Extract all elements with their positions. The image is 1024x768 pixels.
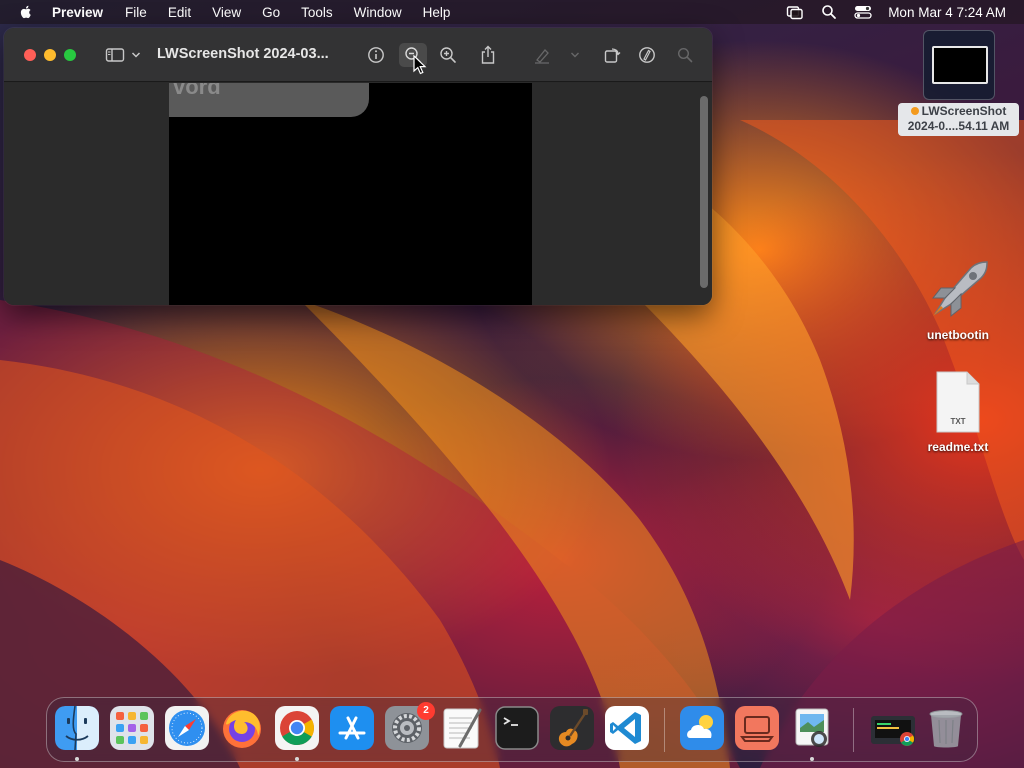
close-button[interactable] xyxy=(24,48,36,61)
vertical-scrollbar[interactable] xyxy=(700,96,708,288)
zoom-in-icon[interactable] xyxy=(436,43,460,67)
markup-icon[interactable] xyxy=(635,43,659,67)
chevron-down-icon[interactable] xyxy=(130,43,142,67)
menu-app-name[interactable]: Preview xyxy=(52,5,103,20)
menu-help[interactable]: Help xyxy=(423,5,451,20)
guitar-icon xyxy=(550,706,594,750)
minimize-button[interactable] xyxy=(44,48,56,61)
screenshot-file-icon[interactable] xyxy=(923,30,995,100)
chrome-icon xyxy=(275,706,319,750)
dock-app-store[interactable] xyxy=(330,706,374,750)
dock-separator xyxy=(664,708,665,752)
safari-icon xyxy=(165,706,209,750)
rotate-icon[interactable] xyxy=(600,43,624,67)
info-icon[interactable] xyxy=(364,43,388,67)
dock-textedit[interactable] xyxy=(440,706,484,750)
menu-view[interactable]: View xyxy=(212,5,241,20)
menu-bar: Preview File Edit View Go Tools Window H… xyxy=(0,0,1024,24)
textedit-icon xyxy=(443,708,482,749)
dock-screen-sharing[interactable] xyxy=(735,706,779,750)
mouse-pointer-icon xyxy=(413,55,427,75)
desktop-item-readme[interactable]: TXT readme.txt xyxy=(898,370,1018,455)
running-indicator xyxy=(75,757,79,761)
window-left-margin xyxy=(4,83,169,305)
folder-stack-icon xyxy=(871,716,915,746)
sidebar-toggle-icon[interactable] xyxy=(104,43,126,67)
firefox-icon xyxy=(223,710,261,748)
running-indicator xyxy=(810,757,814,761)
launchpad-icon xyxy=(110,706,154,750)
document-image-fragment: vord xyxy=(169,83,369,117)
dock-apps-folder[interactable] xyxy=(869,706,915,750)
dock-garageband[interactable] xyxy=(550,706,594,750)
screenshot-file-label-line2: 2024-0....54.11 AM xyxy=(907,119,1010,133)
desktop-item-unetbootin[interactable]: unetbootin xyxy=(898,258,1018,343)
more-icon[interactable] xyxy=(568,43,582,67)
zoom-button[interactable] xyxy=(64,48,76,61)
spotlight-search-icon[interactable] xyxy=(820,3,838,21)
weather-icon xyxy=(680,706,724,750)
dock-terminal[interactable] xyxy=(495,706,539,750)
dock-firefox[interactable] xyxy=(220,706,264,750)
menu-bar-clock[interactable]: Mon Mar 4 7:24 AM xyxy=(888,5,1006,20)
traffic-lights xyxy=(24,48,84,61)
dock-launchpad[interactable] xyxy=(110,706,154,750)
preview-window: LWScreenShot 2024-03... vord xyxy=(4,28,712,305)
search-icon[interactable] xyxy=(673,43,697,67)
menu-bar-status-area: Mon Mar 4 7:24 AM xyxy=(786,0,1006,24)
window-title-bar[interactable]: LWScreenShot 2024-03... xyxy=(4,28,712,82)
trash-icon xyxy=(929,710,963,748)
screenshot-file-label-line1: LWScreenShot xyxy=(921,104,1007,118)
menu-file[interactable]: File xyxy=(125,5,147,20)
window-right-margin xyxy=(532,83,712,305)
screen-sharing-icon xyxy=(735,706,779,750)
screenshot-file-label[interactable]: LWScreenShot 2024-0....54.11 AM xyxy=(898,103,1019,136)
document-fragment-text: vord xyxy=(173,83,221,99)
running-indicator xyxy=(295,757,299,761)
dock-separator xyxy=(853,708,854,752)
tag-dot-icon xyxy=(910,107,919,115)
finder-icon xyxy=(55,706,99,750)
file-type-badge: TXT xyxy=(950,417,965,426)
desktop-item-label: readme.txt xyxy=(927,440,989,454)
highlight-icon[interactable] xyxy=(530,43,554,67)
app-store-icon xyxy=(330,706,374,750)
document-view[interactable]: vord xyxy=(169,83,532,305)
menu-tools[interactable]: Tools xyxy=(301,5,333,20)
desktop-item-label: unetbootin xyxy=(927,328,989,342)
share-icon[interactable] xyxy=(476,43,500,67)
vscode-icon xyxy=(605,706,649,750)
dock-vscode[interactable] xyxy=(605,706,649,750)
rocket-icon xyxy=(931,261,988,318)
notification-badge: 2 xyxy=(417,702,435,720)
dock-preview[interactable] xyxy=(790,706,834,750)
dock-finder[interactable] xyxy=(55,706,99,750)
screenshot-thumbnail xyxy=(932,46,988,84)
dock-chrome[interactable] xyxy=(275,706,319,750)
text-file-icon: TXT xyxy=(936,371,980,433)
window-title: LWScreenShot 2024-03... xyxy=(157,46,329,62)
dock-safari[interactable] xyxy=(165,706,209,750)
control-center-icon[interactable] xyxy=(854,3,872,21)
menu-go[interactable]: Go xyxy=(262,5,280,20)
terminal-icon xyxy=(495,706,539,750)
preview-icon xyxy=(795,708,829,747)
dock-weather[interactable] xyxy=(680,706,724,750)
menu-window[interactable]: Window xyxy=(354,5,402,20)
dock-system-settings[interactable]: 2 xyxy=(385,702,435,750)
menu-edit[interactable]: Edit xyxy=(168,5,191,20)
dock: 2 xyxy=(46,697,978,762)
dock-trash[interactable] xyxy=(924,706,968,750)
apple-menu-icon[interactable] xyxy=(18,4,34,20)
screen-mirroring-icon[interactable] xyxy=(786,3,804,21)
